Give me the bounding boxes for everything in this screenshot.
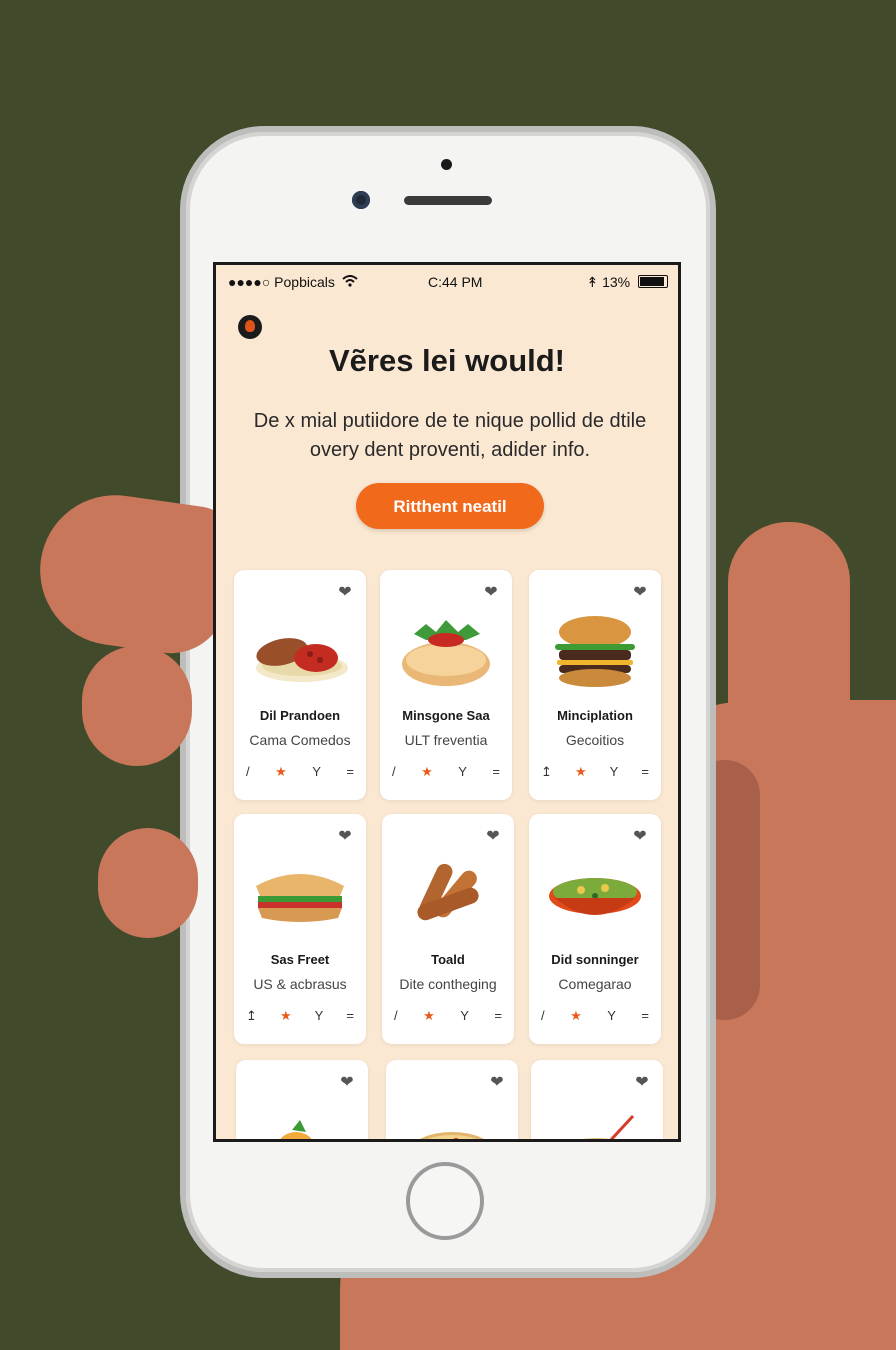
pizza-icon — [402, 1102, 502, 1139]
card-title: Sas Freet — [270, 952, 330, 967]
heart-icon[interactable]: ❤ — [631, 584, 649, 602]
salad-bowl-icon — [545, 856, 645, 936]
card-action-icons: / ★ Y = — [392, 764, 500, 780]
food-card[interactable]: ❤ Did sonninger Comegarao / ★ Y = — [529, 814, 661, 1044]
edit-icon[interactable]: ↥ — [246, 1008, 257, 1024]
hand-finger-ring — [98, 828, 198, 938]
page-title: Vẽres lei would! — [328, 343, 565, 378]
heart-icon[interactable]: ❤ — [488, 1074, 506, 1092]
menu-icon[interactable]: = — [346, 764, 354, 780]
menu-icon[interactable]: = — [346, 1008, 354, 1024]
card-subtitle: ULT freventia — [404, 732, 488, 748]
proximity-sensor — [441, 159, 452, 170]
app-logo-icon[interactable] — [238, 315, 262, 339]
card-subtitle: US & acbrasus — [253, 976, 347, 992]
heart-icon[interactable]: ❤ — [336, 828, 354, 846]
filter-icon[interactable]: Y — [607, 1008, 616, 1024]
star-icon[interactable]: ★ — [423, 1008, 435, 1024]
cta-button[interactable]: Ritthent neatil — [356, 483, 544, 529]
heart-icon[interactable]: ❤ — [482, 584, 500, 602]
carrier-label: ●●●●○ Popbicals — [228, 274, 335, 290]
food-card[interactable]: ❤ Toald Dite contheging / ★ Y = — [382, 814, 514, 1044]
food-card[interactable]: ❤ Sas Freet US & acbrasus ↥ ★ Y = — [234, 814, 366, 1044]
app-screen: ●●●●○ Popbicals C:44 PM ↟ 13% Vẽres lei … — [213, 262, 681, 1142]
battery-percent: 13% — [602, 274, 631, 290]
food-card[interactable]: ❤ Minsgone Saa ULT freventia / ★ Y = — [380, 570, 512, 800]
heart-icon[interactable]: ❤ — [336, 584, 354, 602]
location-icon: ↟ — [586, 274, 599, 290]
card-action-icons: ↥ ★ Y = — [541, 764, 649, 780]
filter-icon[interactable]: Y — [460, 1008, 469, 1024]
heart-icon[interactable]: ❤ — [484, 828, 502, 846]
roast-meat-icon — [250, 612, 350, 692]
card-action-icons: / ★ Y = — [394, 1008, 502, 1024]
card-subtitle: Cama Comedos — [249, 732, 351, 748]
filter-icon[interactable]: Y — [312, 764, 321, 780]
star-icon[interactable]: ★ — [280, 1008, 292, 1024]
star-icon[interactable]: ★ — [275, 764, 287, 780]
card-subtitle: Comegarao — [558, 976, 632, 992]
battery-status: ↟ 13% — [586, 274, 668, 291]
battery-icon — [638, 275, 668, 288]
status-bar: ●●●●○ Popbicals C:44 PM ↟ 13% — [216, 265, 678, 295]
wifi-icon — [342, 274, 358, 290]
card-subtitle: Dite contheging — [399, 976, 497, 992]
food-card[interactable]: ❤ Dil Prandoen Cama Comedos / ★ Y = — [234, 570, 366, 800]
status-time: C:44 PM — [428, 274, 483, 290]
filter-icon[interactable]: Y — [315, 1008, 324, 1024]
bun-icon — [396, 612, 496, 692]
front-camera-icon — [352, 191, 370, 209]
edit-icon[interactable]: ↥ — [541, 764, 552, 780]
card-action-icons: ↥ ★ Y = — [246, 1008, 354, 1024]
menu-icon[interactable]: = — [641, 1008, 649, 1024]
food-card[interactable]: ❤ Minciplation Gecoitios ↥ ★ Y = — [529, 570, 661, 800]
page-description: De x mial putiidore de te nique pollid d… — [253, 410, 647, 461]
hand-finger-index — [30, 485, 240, 661]
card-title: Minsgone Saa — [402, 708, 490, 723]
star-icon[interactable]: ★ — [575, 764, 587, 780]
noodle-cup-icon — [547, 1102, 647, 1139]
fried-food-icon — [252, 1102, 352, 1139]
menu-icon[interactable]: = — [494, 1008, 502, 1024]
heart-icon[interactable]: ❤ — [631, 828, 649, 846]
star-icon[interactable]: ★ — [570, 1008, 582, 1024]
card-title: Toald — [431, 952, 465, 967]
menu-icon[interactable]: = — [492, 764, 500, 780]
filter-icon[interactable]: Y — [610, 764, 619, 780]
earpiece-speaker — [404, 196, 492, 205]
sandwich-icon — [250, 856, 350, 936]
food-card[interactable]: ❤ — [531, 1060, 663, 1139]
card-subtitle: Gecoitios — [565, 732, 625, 748]
menu-icon[interactable]: = — [641, 764, 649, 780]
heart-icon[interactable]: ❤ — [633, 1074, 651, 1092]
home-button[interactable] — [406, 1162, 484, 1240]
star-icon[interactable]: ★ — [421, 764, 433, 780]
edit-icon[interactable]: / — [394, 1008, 398, 1024]
sausage-icon — [398, 856, 498, 936]
card-title: Dil Prandoen — [259, 708, 341, 723]
card-action-icons: / ★ Y = — [246, 764, 354, 780]
card-title: Minciplation — [557, 708, 633, 723]
edit-icon[interactable]: / — [541, 1008, 545, 1024]
power-button — [710, 368, 716, 442]
card-title: Did sonninger — [551, 952, 639, 967]
filter-icon[interactable]: Y — [458, 764, 467, 780]
food-card[interactable]: ❤ — [386, 1060, 518, 1139]
edit-icon[interactable]: / — [246, 764, 250, 780]
food-card[interactable]: ❤ — [236, 1060, 368, 1139]
heart-icon[interactable]: ❤ — [338, 1074, 356, 1092]
edit-icon[interactable]: / — [392, 764, 396, 780]
card-action-icons: / ★ Y = — [541, 1008, 649, 1024]
burger-icon — [545, 612, 645, 692]
hand-finger-middle — [82, 646, 192, 766]
